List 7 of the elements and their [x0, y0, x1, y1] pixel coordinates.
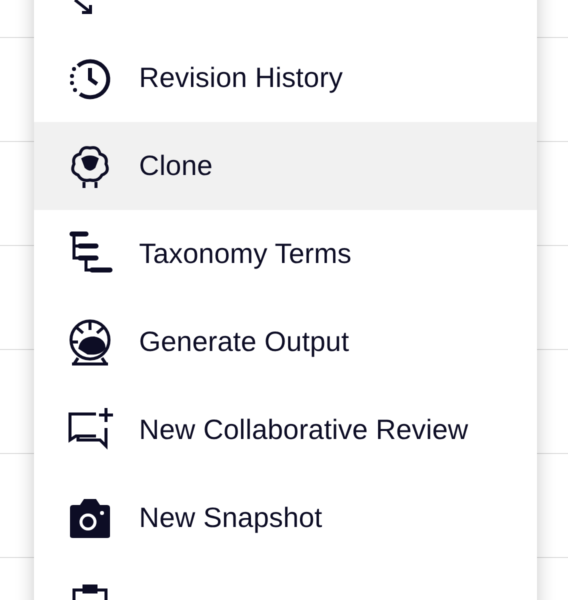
menu-item[interactable]: Taxonomy Terms — [34, 210, 537, 298]
menu-item[interactable]: New Collaborative Review — [34, 386, 537, 474]
menu-item[interactable]: Generate Output — [34, 298, 537, 386]
arrow-icon — [74, 0, 92, 14]
menu-item[interactable]: Clone — [34, 122, 537, 210]
menu-item[interactable]: Revision History — [34, 34, 537, 122]
menu-item[interactable]: New Snapshot — [34, 474, 537, 562]
